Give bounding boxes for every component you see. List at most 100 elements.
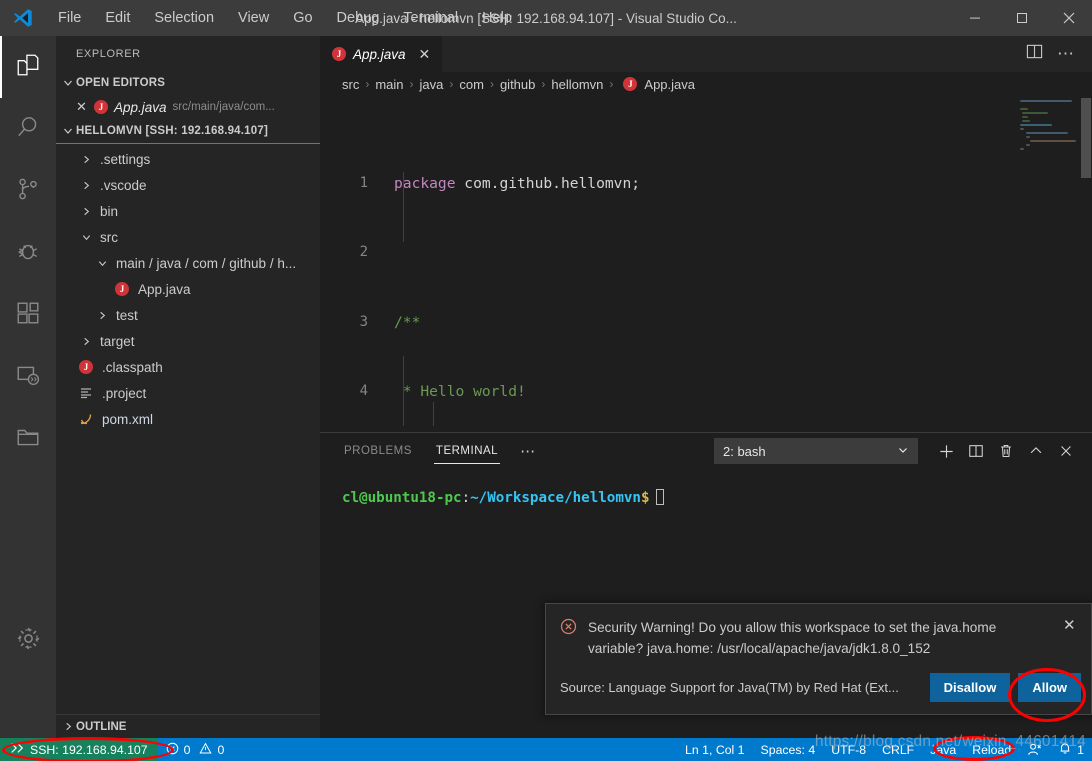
status-live-share[interactable] [1019, 738, 1050, 761]
chevron-right-icon [78, 336, 94, 347]
minimize-button[interactable] [951, 0, 998, 36]
tree-item-settings[interactable]: .settings [56, 146, 320, 172]
activity-explorer[interactable] [0, 36, 56, 98]
menu-selection[interactable]: Selection [142, 6, 226, 30]
status-encoding[interactable]: UTF-8 [823, 738, 874, 761]
chevron-right-icon [78, 180, 94, 191]
tree-item-classpath[interactable]: J .classpath [56, 354, 320, 380]
tab-problems[interactable]: PROBLEMS [342, 439, 414, 464]
activity-manage[interactable] [0, 610, 56, 672]
status-notifications[interactable]: 1 [1050, 738, 1092, 761]
error-circle-icon [166, 742, 179, 758]
notification-toast[interactable]: Security Warning! Do you allow this work… [545, 603, 1092, 715]
status-cursor-position[interactable]: Ln 1, Col 1 [677, 738, 752, 761]
activity-search[interactable] [0, 98, 56, 160]
tab-app-java[interactable]: J App.java ✕ [320, 36, 444, 72]
notification-close-icon[interactable]: ✕ [1063, 616, 1081, 659]
tree-item-pomxml[interactable]: pom.xml [56, 406, 320, 432]
menu-debug[interactable]: Debug [325, 6, 392, 30]
tree-item-label: target [100, 333, 135, 349]
breadcrumb-java[interactable]: java [420, 77, 444, 92]
close-button[interactable] [1045, 0, 1092, 36]
menu-help[interactable]: Help [470, 6, 524, 30]
split-editor-icon [1026, 43, 1043, 65]
open-editor-item[interactable]: ✕ J App.java src/main/java/com... [56, 95, 320, 119]
indent-guide [433, 402, 434, 426]
status-indentation[interactable]: Spaces: 4 [753, 738, 824, 761]
tree-item-label: pom.xml [102, 411, 154, 427]
code-editor[interactable]: 1 package com.github.hellomvn; 2 3 /** 4… [320, 96, 1092, 432]
terminal-cursor [655, 489, 664, 505]
activity-folder-explorer[interactable] [0, 408, 56, 470]
tree-item-src[interactable]: src [56, 224, 320, 250]
allow-button[interactable]: Allow [1018, 673, 1081, 702]
section-workspace[interactable]: HELLOMVN [SSH: 192.168.94.107] [56, 119, 320, 143]
tree-item-main-package[interactable]: main / java / com / github / h... [56, 250, 320, 276]
activity-remote-explorer[interactable] [0, 346, 56, 408]
files-icon [15, 52, 41, 83]
menu-file[interactable]: File [46, 6, 93, 30]
chevron-down-icon [94, 258, 110, 269]
new-terminal-button[interactable] [932, 437, 960, 465]
breadcrumb-src[interactable]: src [342, 77, 359, 92]
more-actions-button[interactable]: ⋯ [1050, 36, 1082, 72]
indent-guide [403, 356, 404, 426]
line-number: 4 [359, 383, 368, 400]
chevron-down-icon [60, 77, 76, 89]
activity-debug[interactable] [0, 222, 56, 284]
error-icon [560, 618, 578, 659]
status-remote-host[interactable]: SSH: 192.168.94.107 [0, 738, 158, 761]
editor-scrollbar[interactable] [1078, 96, 1092, 432]
gear-icon [15, 625, 42, 657]
extensions-icon [15, 300, 41, 331]
code-content: 1 package com.github.hellomvn; 2 3 /** 4… [320, 96, 1092, 432]
maximize-panel-button[interactable] [1022, 437, 1050, 465]
code-line: 3 /** [320, 311, 1092, 334]
status-right-group: Ln 1, Col 1 Spaces: 4 UTF-8 CRLF Java Re… [677, 738, 1092, 761]
tree-item-vscode[interactable]: .vscode [56, 172, 320, 198]
activity-extensions[interactable] [0, 284, 56, 346]
breadcrumb-separator: › [609, 77, 614, 91]
tab-label: App.java [353, 46, 406, 62]
maximize-button[interactable] [998, 0, 1045, 36]
status-problems[interactable]: 0 0 [158, 738, 233, 761]
tree-item-test[interactable]: test [56, 302, 320, 328]
breadcrumb-main[interactable]: main [375, 77, 403, 92]
notification-count: 1 [1077, 742, 1084, 757]
java-icon: J [623, 77, 638, 91]
kill-terminal-button[interactable] [992, 437, 1020, 465]
status-eol[interactable]: CRLF [874, 738, 922, 761]
split-terminal-button[interactable] [962, 437, 990, 465]
menu-terminal[interactable]: Terminal [391, 6, 470, 30]
breadcrumb-appjava[interactable]: App.java [644, 77, 695, 92]
breadcrumb-github[interactable]: github [500, 77, 535, 92]
menu-edit[interactable]: Edit [93, 6, 142, 30]
tree-item-target[interactable]: target [56, 328, 320, 354]
tree-item-project[interactable]: .project [56, 380, 320, 406]
section-open-editors[interactable]: OPEN EDITORS [56, 71, 320, 95]
java-icon: J [332, 47, 346, 61]
activity-source-control[interactable] [0, 160, 56, 222]
panel-more-button[interactable]: ⋯ [520, 442, 536, 460]
status-language-mode[interactable]: Java [922, 738, 964, 761]
tab-terminal[interactable]: TERMINAL [433, 439, 501, 464]
xml-icon [76, 412, 96, 426]
breadcrumb-hellomvn[interactable]: hellomvn [551, 77, 603, 92]
terminal-selector[interactable]: 2: bash [714, 438, 918, 464]
tree-item-bin[interactable]: bin [56, 198, 320, 224]
menu-view[interactable]: View [226, 6, 281, 30]
breadcrumb-com[interactable]: com [459, 77, 484, 92]
chevron-down-icon [78, 232, 94, 243]
status-reload-button[interactable]: Reload [964, 738, 1019, 761]
terminal-user-host: cl@ubuntu18-pc [342, 490, 462, 506]
close-icon[interactable]: ✕ [76, 99, 88, 115]
close-panel-button[interactable] [1052, 437, 1080, 465]
split-editor-button[interactable] [1018, 36, 1050, 72]
menu-go[interactable]: Go [281, 6, 324, 30]
minimap[interactable] [1020, 100, 1078, 162]
tree-item-appjava[interactable]: J App.java [56, 276, 320, 302]
scrollbar-thumb[interactable] [1081, 98, 1091, 178]
section-outline[interactable]: OUTLINE [56, 714, 320, 738]
disallow-button[interactable]: Disallow [929, 673, 1011, 702]
tab-close-icon[interactable]: ✕ [419, 46, 431, 63]
